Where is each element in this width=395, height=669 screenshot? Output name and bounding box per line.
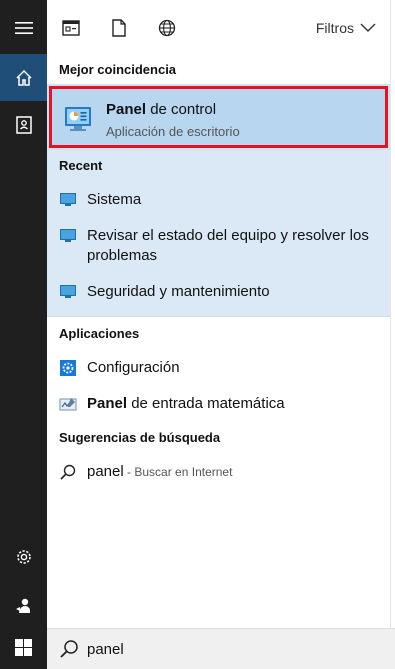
monitor-icon	[59, 283, 77, 301]
best-match-subtitle: Aplicación de escritorio	[106, 124, 240, 139]
settings-gear-icon	[59, 359, 77, 377]
search-bar	[47, 628, 395, 669]
control-panel-icon	[65, 107, 91, 131]
home-button[interactable]	[0, 54, 47, 101]
scrollbar-track[interactable]	[390, 0, 395, 628]
app-item-label-bold: Panel	[87, 395, 128, 412]
best-match-title-rest: de control	[146, 101, 217, 118]
feedback-icon	[15, 598, 30, 613]
menu-button[interactable]	[0, 4, 47, 51]
suggestion-suffix: - Buscar en Internet	[123, 465, 233, 479]
monitor-icon	[59, 227, 77, 245]
left-rail	[0, 0, 47, 669]
app-item-label: Panel de entrada matemática	[87, 394, 377, 414]
start-button[interactable]	[0, 624, 47, 669]
settings-button[interactable]	[0, 533, 47, 580]
recent-item-label: Sistema	[87, 191, 142, 208]
search-input[interactable]	[87, 638, 367, 660]
web-filter-icon	[158, 19, 176, 37]
filter-toolbar: Filtros	[47, 0, 390, 56]
documents-filter-icon	[112, 19, 126, 37]
search-results-panel: Filtros Mejor coincidencia Panel de cont…	[47, 0, 390, 628]
divider	[47, 316, 390, 317]
recent-header: Recent	[59, 158, 103, 173]
web-filter-button[interactable]	[157, 18, 177, 38]
home-icon	[15, 69, 32, 86]
best-match-title: Panel de control	[106, 101, 216, 118]
hamburger-icon	[14, 21, 33, 34]
app-item-label: Configuración	[87, 359, 180, 376]
app-item-math-input[interactable]: Panel de entrada matemática	[47, 392, 390, 416]
math-input-icon	[59, 395, 77, 413]
chevron-down-icon	[360, 23, 376, 32]
settings-icon	[16, 549, 31, 564]
monitor-icon	[59, 191, 77, 209]
filters-dropdown[interactable]: Filtros	[316, 20, 376, 36]
recent-item-revisar[interactable]: Revisar el estado del equipo y resolver …	[47, 224, 390, 268]
recent-section: Recent Sistema Revisar el estado del equ…	[47, 150, 390, 316]
recent-item-seguridad[interactable]: Seguridad y mantenimiento	[47, 280, 390, 304]
filters-label: Filtros	[315, 20, 354, 36]
recent-item-sistema[interactable]: Sistema	[47, 188, 390, 212]
search-icon	[60, 640, 78, 658]
best-match-header: Mejor coincidencia	[59, 62, 177, 77]
notebook-icon	[15, 115, 32, 134]
highlight-box: Panel de control Aplicación de escritori…	[49, 86, 388, 148]
suggestion-text: panel - Buscar en Internet	[87, 462, 377, 482]
suggestion-item[interactable]: panel - Buscar en Internet	[47, 460, 390, 484]
suggestion-term: panel	[87, 463, 124, 480]
apps-header: Aplicaciones	[59, 326, 140, 341]
app-item-label-rest: de entrada matemática	[127, 395, 285, 412]
search-icon	[59, 463, 77, 481]
feedback-button[interactable]	[0, 582, 47, 629]
best-match-title-bold: Panel	[106, 101, 147, 118]
app-item-configuracion[interactable]: Configuración	[47, 356, 390, 380]
recent-item-label: Revisar el estado del equipo y resolver …	[87, 227, 369, 264]
apps-filter-button[interactable]	[61, 18, 81, 38]
suggestions-header: Sugerencias de búsqueda	[59, 430, 221, 445]
notebook-button[interactable]	[0, 101, 47, 148]
recent-item-label: Seguridad y mantenimiento	[87, 283, 270, 300]
apps-filter-icon	[62, 20, 80, 36]
documents-filter-button[interactable]	[109, 18, 129, 38]
windows-icon	[15, 639, 32, 656]
best-match-result[interactable]: Panel de control Aplicación de escritori…	[47, 84, 390, 150]
